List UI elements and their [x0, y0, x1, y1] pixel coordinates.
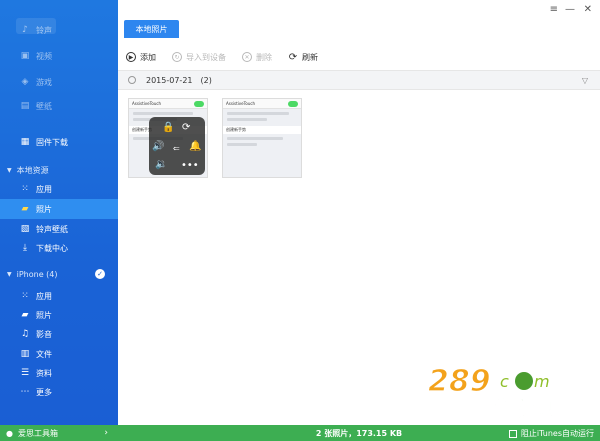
watermark-logo: 289 c m 手游网	[424, 357, 586, 421]
main-panel: 本地照片 ≡ — ✕ ▶ 添加 ↻ 导入到设备 ✕ 删除 ⟳ 刷新 2015-0…	[118, 0, 600, 441]
collapse-arrow-icon: ▼	[7, 166, 12, 174]
photo-thumbnail[interactable]: AssistiveTouch 创建新手势 🔒 ⟳ 🔊 ⇐ 🔔 🔉 •••	[128, 98, 208, 178]
lock-icon: 🔒	[162, 122, 175, 133]
sidebar-item-local-photos[interactable]: ▰ 照片	[0, 199, 118, 219]
delete-button[interactable]: ✕ 删除	[242, 52, 272, 63]
minimize-icon[interactable]: —	[565, 4, 575, 15]
import-icon: ↻	[172, 52, 182, 62]
sidebar-item-local-apps[interactable]: ⁙ 应用	[0, 179, 118, 199]
sidebar-item-device-photos[interactable]: ▰ 照片	[0, 305, 118, 325]
svg-text:m: m	[534, 372, 550, 391]
thumb-row: 创建新手势	[223, 126, 301, 134]
menu-icon[interactable]: ≡	[550, 4, 558, 15]
toolbar: ▶ 添加 ↻ 导入到设备 ✕ 删除 ⟳ 刷新	[118, 48, 600, 66]
sidebar-item-download-center[interactable]: ⤓ 下载中心	[0, 238, 118, 258]
apps-icon: ⁙	[21, 184, 29, 194]
bell-icon: ♪	[22, 25, 28, 35]
svg-text:289: 289	[428, 364, 491, 399]
sidebar-item-device-data[interactable]: ☰ 资料	[0, 363, 118, 383]
list-icon: ☰	[20, 368, 30, 378]
sidebar-item-games[interactable]: ◈ 游戏	[0, 72, 118, 92]
toolbox-footer[interactable]: ● 爱思工具箱 ›	[0, 425, 118, 441]
toggle-switch	[288, 100, 298, 107]
thumb-line	[227, 112, 289, 115]
photo-icon: ▰	[21, 204, 29, 214]
tab-bar: 本地照片 ≡ — ✕	[118, 0, 600, 40]
volume-icon: 🔊	[152, 141, 165, 152]
add-icon: ▶	[126, 52, 136, 62]
sidebar-item-device-more[interactable]: ⋯ 更多	[0, 382, 118, 402]
chevron-right-icon: ›	[104, 428, 108, 438]
thumb-line	[227, 143, 257, 146]
checkbox[interactable]	[508, 429, 517, 438]
refresh-button[interactable]: ⟳ 刷新	[288, 52, 318, 63]
date-group-header[interactable]: 2015-07-21 (2) ▽	[118, 70, 600, 90]
photo-icon: ▰	[21, 310, 29, 320]
bell-icon: 🔔	[189, 141, 202, 152]
svg-text:手游网: 手游网	[494, 396, 554, 420]
tab-local-photos[interactable]: 本地照片	[124, 20, 179, 38]
assistive-touch-overlay: 🔒 ⟳ 🔊 ⇐ 🔔 🔉 •••	[149, 117, 205, 175]
gamepad-icon: ◈	[21, 77, 29, 87]
thumb-header: AssistiveTouch	[129, 99, 207, 109]
import-to-device-button[interactable]: ↻ 导入到设备	[172, 52, 226, 63]
chevron-down-icon[interactable]: ▽	[582, 76, 588, 85]
firmware-icon: ▦	[20, 137, 30, 147]
refresh-icon: ⟳	[288, 51, 298, 63]
file-icon: ▥	[20, 349, 30, 359]
music-icon: ♫	[20, 329, 30, 339]
sidebar-item-videos[interactable]: ▣ 视频	[0, 46, 118, 66]
sidebar-item-device-media[interactable]: ♫ 影音	[0, 324, 118, 344]
check-icon: ✓	[95, 269, 105, 279]
sidebar-item-firmware[interactable]: ▦ 固件下载	[0, 132, 118, 152]
sidebar: ♪ 铃声 ▣ 视频 ◈ 游戏 ▤ 壁纸 ▦ 固件下载 ▼ 本地资源 ⁙ 应用 ▰…	[0, 0, 118, 441]
close-icon[interactable]: ✕	[584, 4, 592, 15]
back-arrow-icon: ⇐	[173, 144, 180, 153]
image-icon: ▤	[20, 101, 30, 111]
svg-text:c: c	[500, 372, 509, 391]
select-group-radio[interactable]	[128, 76, 136, 84]
toggle-switch	[194, 100, 204, 107]
thumb-line	[133, 112, 193, 115]
sidebar-item-ringtones[interactable]: ♪ 铃声	[0, 20, 118, 40]
sidebar-item-device-apps[interactable]: ⁙ 应用	[0, 286, 118, 306]
status-bar: 2 张照片，173.15 KB 阻止iTunes自动运行	[118, 425, 600, 441]
film-icon: ▣	[20, 51, 30, 61]
block-itunes-toggle[interactable]: 阻止iTunes自动运行	[508, 428, 594, 439]
watermark-graphic: 289 c m 手游网	[427, 363, 554, 420]
ringtone-wallpaper-icon: ▧	[20, 224, 30, 234]
collapse-arrow-icon: ▼	[7, 270, 12, 278]
thumb-line	[227, 118, 267, 121]
download-icon: ⤓	[23, 243, 27, 253]
sidebar-item-wallpapers[interactable]: ▤ 壁纸	[0, 96, 118, 116]
photo-thumbnail[interactable]: AssistiveTouch 创建新手势	[222, 98, 302, 178]
toolbox-icon: ●	[6, 428, 13, 438]
section-local-resources[interactable]: ▼ 本地资源	[0, 161, 118, 179]
more-icon: ⋯	[20, 387, 30, 397]
section-iphone[interactable]: ▼ iPhone (4) ✓	[0, 265, 118, 283]
volume-down-icon: 🔉	[155, 159, 168, 170]
thumb-header: AssistiveTouch	[223, 99, 301, 109]
rotate-icon: ⟳	[182, 122, 191, 133]
thumb-line	[227, 137, 283, 140]
apps-icon: ⁙	[21, 291, 29, 301]
sidebar-item-ringtone-wallpaper[interactable]: ▧ 铃声壁纸	[0, 219, 118, 239]
delete-icon: ✕	[242, 52, 252, 62]
add-button[interactable]: ▶ 添加	[126, 52, 156, 63]
sidebar-item-device-files[interactable]: ▥ 文件	[0, 344, 118, 364]
more-icon: •••	[181, 160, 199, 171]
